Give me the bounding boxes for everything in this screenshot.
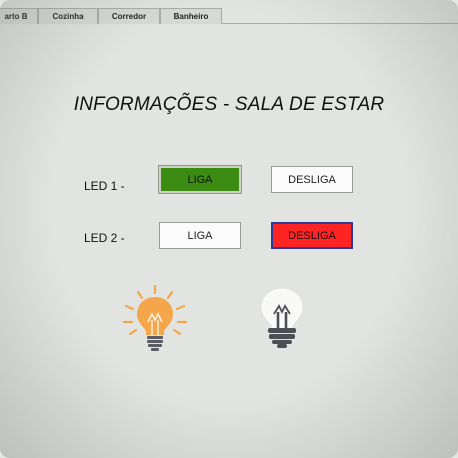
tab-quarto-b[interactable]: arto B bbox=[0, 8, 38, 24]
tab-banheiro[interactable]: Banheiro bbox=[160, 8, 222, 24]
led1-on-button[interactable]: LIGA bbox=[158, 165, 242, 194]
led2-label: LED 2 - bbox=[84, 231, 125, 245]
led1-label: LED 1 - bbox=[84, 179, 125, 193]
led2-on-button[interactable]: LIGA bbox=[159, 222, 241, 249]
tab-bar: arto B Cozinha Corredor Banheiro bbox=[0, 8, 458, 24]
led1-off-button[interactable]: DESLIGA bbox=[271, 166, 353, 193]
led2-off-button[interactable]: DESLIGA bbox=[271, 222, 353, 249]
page-title: INFORMAÇÕES - SALA DE ESTAR bbox=[73, 94, 385, 115]
window: arto B Cozinha Corredor Banheiro INFORMA… bbox=[0, 0, 458, 458]
lightbulb-off-icon bbox=[260, 287, 304, 348]
lightbulb-on-icon bbox=[122, 284, 188, 351]
tab-cozinha[interactable]: Cozinha bbox=[38, 8, 98, 24]
tab-corredor[interactable]: Corredor bbox=[98, 8, 160, 24]
